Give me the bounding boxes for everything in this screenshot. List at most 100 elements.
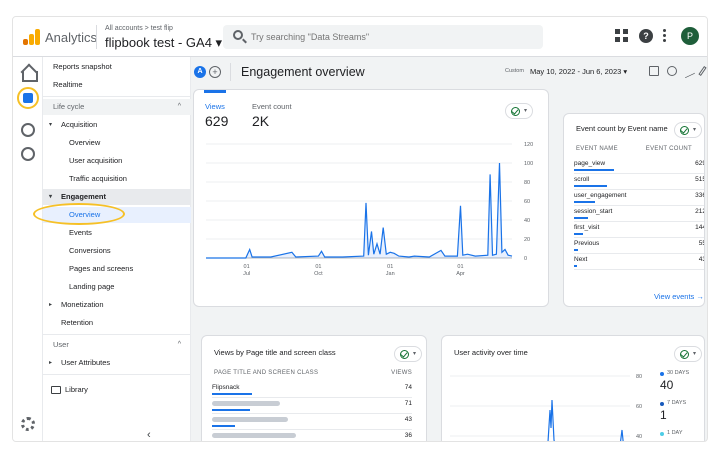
collapse-nav-icon[interactable]: ‹ [147, 429, 151, 441]
event-row[interactable]: session_start 212 [574, 208, 704, 224]
date-custom-label: Custom [505, 68, 524, 74]
more-vert-icon[interactable] [663, 29, 667, 43]
search-input[interactable] [251, 29, 531, 45]
event-row[interactable]: first_visit 144 [574, 224, 705, 240]
comparison-badge[interactable]: A [194, 66, 206, 78]
date-range-picker[interactable]: May 10, 2022 - Jun 6, 2023 ▾ [530, 67, 627, 76]
customize-report-icon[interactable] [649, 66, 659, 76]
event-count: 515 [695, 176, 705, 183]
nav-user-acquisition[interactable]: User acquisition [43, 153, 191, 169]
event-count-label[interactable]: Event count [252, 102, 292, 111]
reports-icon[interactable] [17, 87, 39, 109]
nav-retention[interactable]: Retention [43, 315, 191, 331]
page-views-cell: 43 [404, 416, 412, 423]
share-icon[interactable] [667, 66, 677, 76]
nav-monetization[interactable]: ▸ Monetization [43, 297, 191, 313]
add-comparison-icon[interactable]: + [209, 66, 221, 78]
advertising-icon[interactable] [21, 147, 35, 161]
nav-traffic-acquisition[interactable]: Traffic acquisition [43, 171, 191, 187]
search-bar[interactable] [223, 25, 543, 49]
page-bar [212, 393, 252, 395]
y-tick-label: 40 [524, 218, 530, 224]
event-row[interactable]: user_engagement 336 [574, 192, 705, 208]
legend-dot [660, 432, 664, 436]
event-count: 336 [695, 192, 705, 199]
event-count: 144 [695, 224, 705, 231]
home-icon[interactable] [19, 65, 38, 83]
row-divider [574, 237, 704, 238]
y-tick-label: 80 [636, 374, 642, 380]
page-views-header: VIEWS [391, 370, 412, 376]
page-row[interactable]: Flipsnack 74 [212, 384, 412, 400]
explore-icon[interactable] [21, 123, 35, 137]
highlight-oval [33, 203, 125, 225]
event-row[interactable]: page_view 629 [574, 160, 705, 176]
main-content: A + Engagement overview Custom May 10, 2… [191, 57, 707, 441]
x-tick-label: Apr [456, 271, 465, 277]
event-name: page_view [574, 160, 606, 167]
property-selector[interactable]: flipbook test - GA4 ▾ [105, 35, 222, 51]
legend-dot [660, 372, 664, 376]
event-row[interactable]: Next 43 [574, 256, 704, 272]
views-line-chart: 12010080604020001Jul01Oct01Jan01Apr [206, 142, 533, 277]
edit-icon[interactable] [698, 66, 707, 76]
page-row[interactable]: 43 [212, 416, 412, 432]
activity-card-title: User activity over time [454, 348, 528, 357]
views-compare-button[interactable]: ▾ [505, 103, 533, 119]
page-bar [212, 425, 236, 427]
dropdown-arrow-icon: ▾ [412, 351, 416, 357]
pages-compare-button[interactable]: ▾ [394, 346, 422, 362]
row-divider [212, 429, 412, 430]
help-icon[interactable]: ? [639, 29, 653, 43]
admin-gear-icon[interactable] [21, 417, 35, 431]
nav-realtime[interactable]: Realtime [43, 77, 191, 93]
check-circle-icon [680, 126, 689, 135]
page-views-cell: 36 [404, 432, 412, 439]
nav-library[interactable]: Library [43, 382, 191, 398]
row-divider [574, 189, 704, 190]
event-name-header: EVENT NAME [576, 146, 618, 152]
event-count-header: EVENT COUNT [645, 146, 692, 152]
event-compare-button[interactable]: ▾ [674, 122, 702, 138]
nav-conversions[interactable]: Conversions [43, 243, 191, 259]
check-circle-icon [680, 350, 689, 359]
toolbar-divider [230, 63, 231, 81]
insights-icon[interactable] [685, 63, 695, 79]
activity-compare-button[interactable]: ▾ [674, 346, 702, 362]
nav-user-header[interactable]: User ^ [43, 337, 191, 353]
y-tick-label: 40 [636, 434, 642, 440]
avatar[interactable]: P [681, 27, 699, 45]
page-row[interactable]: 71 [212, 400, 412, 416]
check-circle-icon [511, 107, 520, 116]
nav-pages-and-screens[interactable]: Pages and screens [43, 261, 191, 277]
nav-acquisition[interactable]: ▾ Acquisition [43, 117, 191, 133]
x-tick-label: Jul [243, 271, 250, 277]
view-events-link[interactable]: View events → [654, 292, 704, 301]
event-count: 629 [695, 160, 705, 167]
nav-acquisition-label: Acquisition [61, 120, 98, 129]
nav-user-attributes-label: User Attributes [61, 358, 111, 367]
nav-divider [43, 334, 191, 335]
header-divider [96, 25, 97, 49]
nav-acquisition-overview[interactable]: Overview [43, 135, 191, 151]
breadcrumb[interactable]: All accounts > test flip [105, 25, 173, 32]
nav-events[interactable]: Events [43, 225, 191, 241]
views-card: Views 629 Event count 2K ▾ 120 100 80 60 40 2… [193, 89, 549, 307]
active-tab-indicator [204, 90, 226, 93]
nav-user-attributes[interactable]: ▸ User Attributes [43, 355, 191, 371]
apps-grid-icon[interactable] [615, 29, 629, 43]
nav-landing-page[interactable]: Landing page [43, 279, 191, 295]
page-row[interactable]: 36 [212, 432, 412, 441]
nav-reports-snapshot[interactable]: Reports snapshot [43, 59, 191, 75]
event-row[interactable]: Previous 55 [574, 240, 704, 256]
pages-card-title: Views by Page title and screen class [214, 348, 336, 357]
views-value: 629 [205, 113, 229, 129]
y-tick-label: 20 [524, 237, 530, 243]
event-row[interactable]: scroll 515 [574, 176, 705, 192]
event-bar [574, 249, 578, 251]
pages-card: Views by Page title and screen class ▾ P… [201, 335, 427, 441]
event-name: session_start [574, 208, 613, 215]
views-label[interactable]: Views [205, 102, 225, 111]
chevron-up-icon: ^ [177, 103, 181, 110]
nav-lifecycle-header[interactable]: Life cycle ^ [43, 99, 191, 115]
